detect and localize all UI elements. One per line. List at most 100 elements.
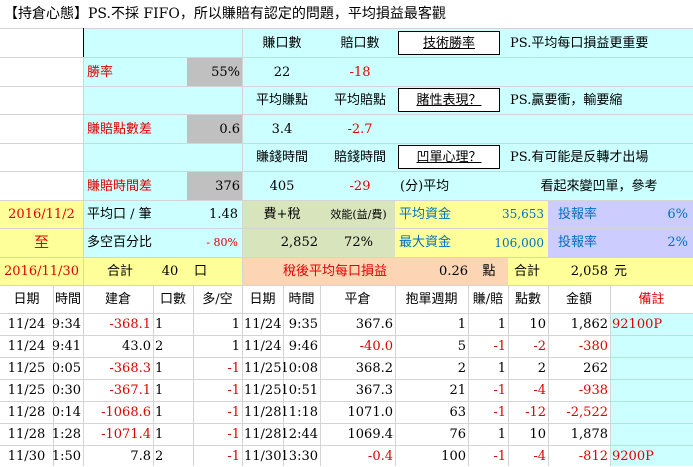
column-header: 日期 <box>13 291 40 307</box>
table-cell: 10:08 <box>283 360 318 376</box>
total-label-2: 合計 <box>514 263 541 279</box>
table-cell: 9:35 <box>288 316 318 332</box>
table-cell: 1 <box>231 338 240 354</box>
table-cell: 11/25 <box>244 382 282 398</box>
roi-label-1: 投報率 <box>558 206 598 222</box>
table-cell: 2 <box>155 338 164 354</box>
table-cell: 368.2 <box>355 360 393 376</box>
note-reference: 看起來變凹單，參考 <box>540 178 658 194</box>
table-cell: 10 <box>529 426 546 442</box>
table-cell: 2 <box>457 360 466 376</box>
avg-capital-value: 35,653 <box>502 207 544 221</box>
table-cell: 1 <box>155 382 164 398</box>
earn-time-value: 405 <box>269 178 295 194</box>
date-to-word: 至 <box>33 233 49 251</box>
total-amount-value: 2,058 <box>570 263 608 279</box>
table-cell: 1 <box>155 426 164 442</box>
table-cell: 2 <box>537 360 546 376</box>
table-cell: -1 <box>227 404 240 420</box>
table-cell: 1 <box>155 360 164 376</box>
table-cell: 1069.4 <box>347 426 394 442</box>
max-capital-value: 106,000 <box>494 235 544 250</box>
ratio-label: 賺賠點數差 <box>87 121 153 137</box>
table-cell: -1 <box>227 448 240 464</box>
table-cell: 10:51 <box>283 382 318 398</box>
table-cell: -2,522 <box>566 404 608 420</box>
column-header: 多/空 <box>202 291 233 307</box>
table-cell: 11/28 <box>244 426 282 442</box>
table-cell: -368.1 <box>109 316 151 332</box>
table-cell: 11:28 <box>53 426 81 442</box>
time-diff-label: 賺賠時間差 <box>87 178 153 194</box>
table-cell: 7.8 <box>130 448 151 464</box>
note-reversal: PS.有可能是反轉才出場 <box>510 150 649 165</box>
long-short-value: - 80% <box>206 236 238 249</box>
table-cell: -1071.4 <box>101 426 151 442</box>
table-cell: 11/24 <box>244 316 282 332</box>
currency-unit: 元 <box>614 263 628 279</box>
loss-count-header: 賠口數 <box>340 36 380 51</box>
table-cell: 10 <box>529 316 546 332</box>
table-cell: -1 <box>227 382 240 398</box>
remark-cell: 9200P <box>612 448 654 464</box>
table-cell: 11/30 <box>7 448 46 464</box>
avg-loss-pts-header: 平均賠點 <box>333 93 386 108</box>
avg-earn-pts-value: 3.4 <box>271 121 293 137</box>
roi-value-1: 6% <box>667 206 688 222</box>
border-line <box>83 28 84 57</box>
column-header: 時間 <box>288 291 315 307</box>
table-cell: -12 <box>525 404 546 420</box>
table-cell: 1071.0 <box>347 404 394 420</box>
table-cell: -812 <box>578 448 608 464</box>
time-diff-value: 376 <box>215 178 240 194</box>
after-tax-label: 稅後平均每口損益 <box>282 263 387 279</box>
avg-per-trade-label: 平均口 / 筆 <box>87 206 152 222</box>
table-cell: 13:30 <box>283 448 318 464</box>
table-cell: 76 <box>449 426 466 442</box>
earn-count-header: 賺口數 <box>262 36 302 51</box>
efficiency-label: 效能(益/費) <box>330 207 387 221</box>
column-header: 時間 <box>55 291 82 307</box>
win-rate-label: 勝率 <box>87 64 114 80</box>
table-cell: 1 <box>231 316 240 332</box>
table-cell: -1 <box>227 426 240 442</box>
table-cell: 10:05 <box>53 360 81 376</box>
table-cell: 63 <box>449 404 466 420</box>
table-cell: 11/28 <box>7 426 46 442</box>
avg-capital-label: 平均資金 <box>399 206 452 222</box>
table-cell: 11:50 <box>53 448 81 464</box>
loss-time-value: -29 <box>349 178 371 194</box>
remark-cell <box>610 335 693 357</box>
column-header: 建倉 <box>104 291 131 307</box>
table-cell: -1 <box>493 448 506 464</box>
concave-link[interactable]: 凹單心理？ <box>398 145 500 169</box>
unit-avg-label: (分)平均 <box>400 178 450 194</box>
date-from: 2016/11/2 <box>8 206 75 222</box>
win-rate-value: 55% <box>211 64 240 80</box>
table-cell: -367.1 <box>109 382 151 398</box>
table-cell: -380 <box>578 338 608 354</box>
pts-unit: 點 <box>482 263 496 279</box>
table-cell: 367.3 <box>355 382 393 398</box>
remark-cell <box>610 401 693 423</box>
table-cell: 9:46 <box>288 338 318 354</box>
table-cell: -40.0 <box>359 338 393 354</box>
tech-win-rate-label: 技術勝率 <box>422 35 475 51</box>
fee-tax-label: 費+稅 <box>263 206 301 222</box>
avg-per-trade-value: 1.48 <box>209 206 238 222</box>
remark-cell <box>610 379 693 401</box>
date-to: 2016/11/30 <box>4 263 79 279</box>
table-cell: 12:44 <box>283 426 318 442</box>
table-cell: 21 <box>449 382 466 398</box>
tech-win-rate-link[interactable]: 技術勝率 <box>398 31 500 55</box>
table-cell: 10:14 <box>53 404 81 420</box>
table-cell: -4 <box>533 448 546 464</box>
column-header: 抱單週期 <box>405 291 458 307</box>
loss-time-header: 賠錢時間 <box>333 150 386 165</box>
table-cell: 1 <box>497 360 506 376</box>
note-avg-pnl: PS.平均每口損益更重要 <box>510 36 649 51</box>
table-cell: 367.6 <box>355 316 393 332</box>
gambling-link[interactable]: 賭性表現？ <box>398 88 500 112</box>
table-cell: 11/24 <box>7 338 46 354</box>
table-cell: 43.0 <box>122 338 151 354</box>
